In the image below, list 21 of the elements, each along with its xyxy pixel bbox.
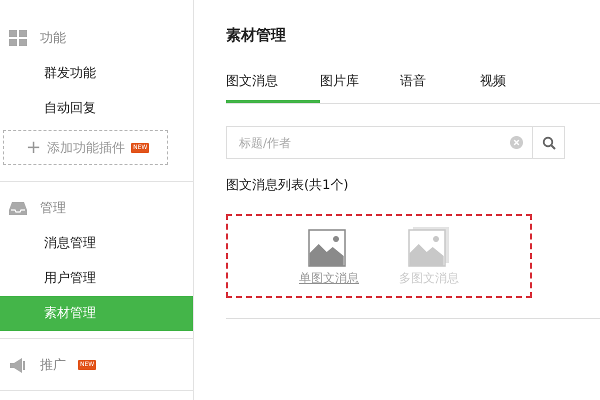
tab[interactable]: 语音 [400,65,480,103]
tab[interactable]: 图文消息 [226,65,320,103]
search-field[interactable]: 标题/作者 [226,126,533,159]
search-button[interactable] [533,126,565,159]
menu-item[interactable]: 用户管理 [0,261,193,296]
image-icon [408,226,450,268]
page-title: 素材管理 [226,26,287,45]
plus-icon: + [26,137,42,158]
tab[interactable]: 视频 [480,65,574,103]
section-title: 管理 [40,200,66,217]
add-plugin-label: 添加功能插件 [47,140,126,156]
tab[interactable]: 图片库 [320,65,400,103]
search-icon [542,136,556,150]
menu-item[interactable]: 消息管理 [0,226,193,261]
section-title: 推广 [40,357,66,374]
grid-icon [8,28,28,48]
menu-item[interactable]: 群发功能 [0,56,193,91]
list-title: 图文消息列表(共1个) [226,177,350,194]
menu-item[interactable]: 自动回复 [0,91,193,126]
section-title: 功能 [40,30,66,47]
megaphone-icon [8,355,28,375]
